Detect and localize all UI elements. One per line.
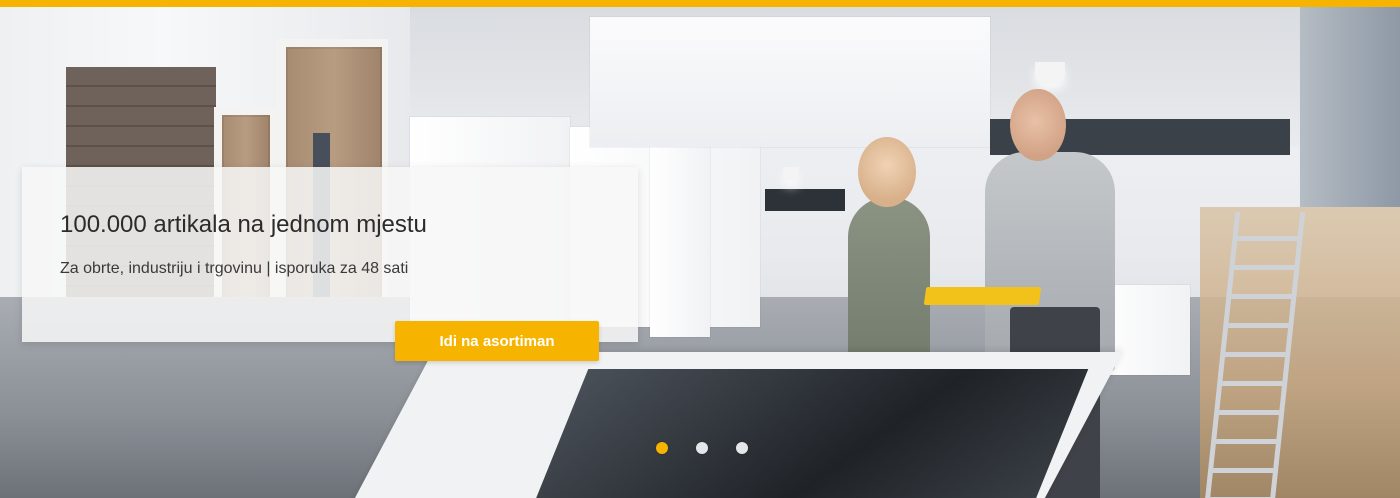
hero-title: 100.000 artikala na jednom mjestu (60, 211, 427, 238)
carousel-dot-1[interactable] (656, 442, 668, 454)
hero-caption-card: 100.000 artikala na jednom mjestu Za obr… (22, 167, 638, 342)
top-accent-bar (0, 0, 1400, 7)
carousel-dots (656, 441, 748, 455)
carousel-dot-2[interactable] (696, 442, 708, 454)
hero-slider: 100.000 artikala na jednom mjestu Za obr… (0, 7, 1400, 498)
carousel-dot-3[interactable] (736, 442, 748, 454)
assortment-button[interactable]: Idi na asortiman (395, 321, 599, 361)
hero-subtitle: Za obrte, industriju i trgovinu | isporu… (60, 260, 409, 277)
